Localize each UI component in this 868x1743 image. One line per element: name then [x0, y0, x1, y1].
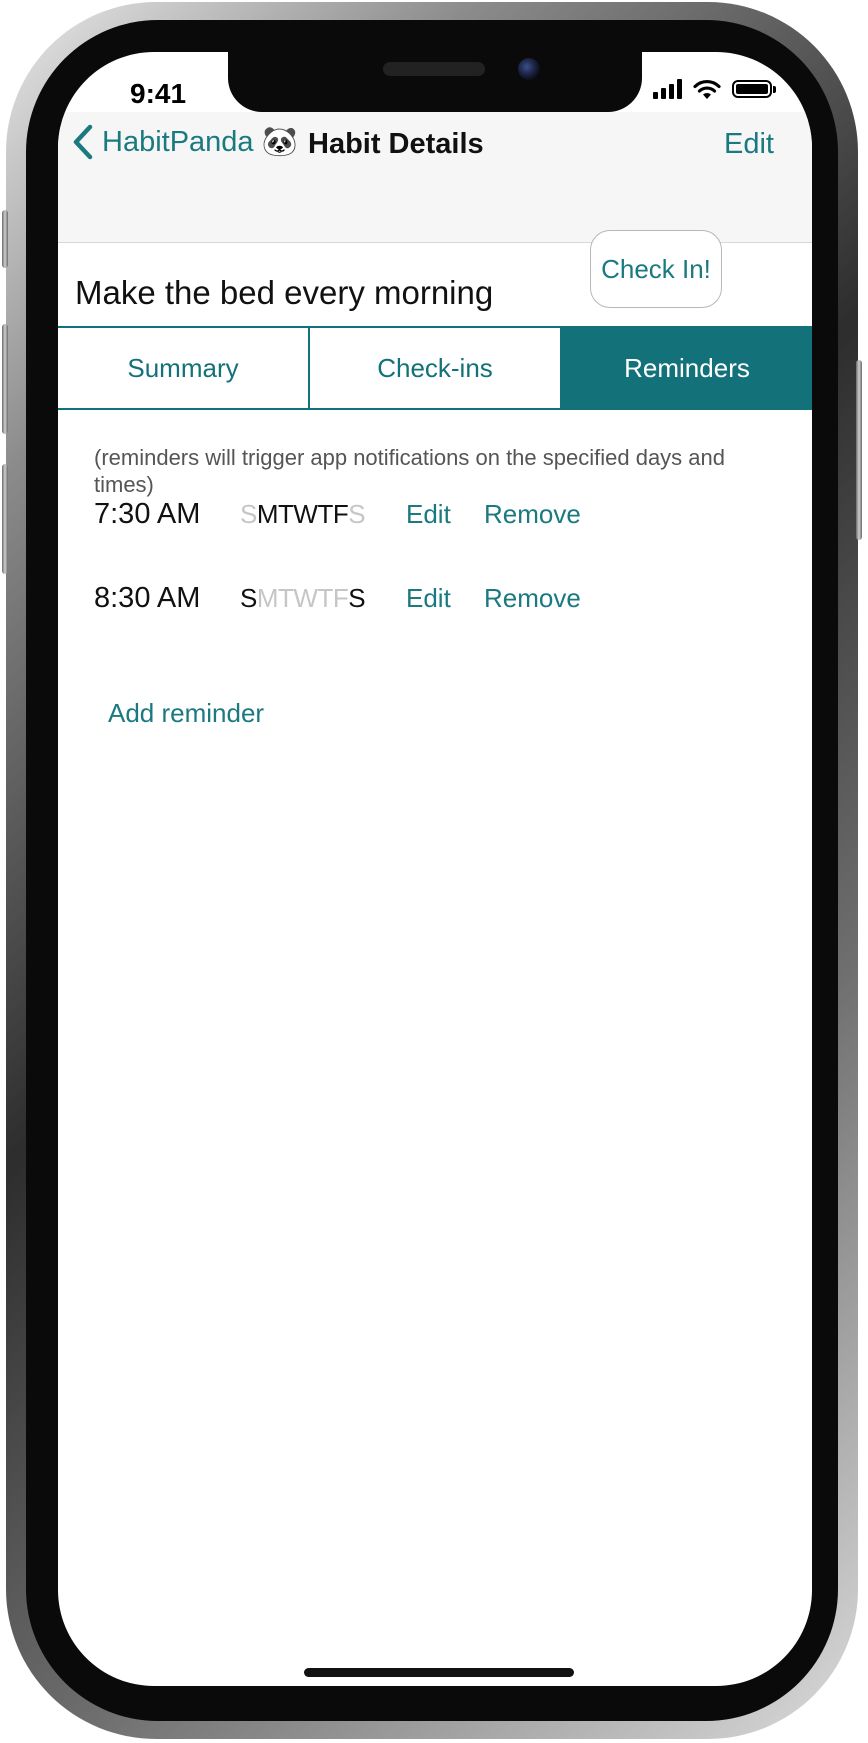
- reminder-row: 8:30 AM SMTWTFS Edit Remove: [94, 578, 581, 618]
- day-letter: W: [293, 498, 318, 529]
- chevron-left-icon: [73, 124, 93, 160]
- reminder-row: 7:30 AM SMTWTFS Edit Remove: [94, 494, 581, 534]
- back-button-label: HabitPanda 🐼: [102, 126, 298, 158]
- reminder-days: SMTWTFS: [240, 499, 406, 530]
- day-letter: M: [256, 498, 279, 529]
- back-button[interactable]: HabitPanda 🐼: [72, 124, 298, 160]
- silent-switch: [2, 210, 8, 268]
- status-time: 9:41: [130, 78, 187, 109]
- volume-down-button: [2, 464, 8, 574]
- reminder-time: 7:30 AM: [94, 497, 201, 530]
- remove-reminder-button[interactable]: Remove: [484, 583, 581, 614]
- home-indicator: [304, 1668, 574, 1677]
- wifi-icon: [693, 79, 721, 99]
- day-letter: F: [332, 582, 349, 613]
- edit-reminder-button[interactable]: Edit: [406, 499, 484, 530]
- reminders-note: (reminders will trigger app notification…: [94, 445, 725, 497]
- tab-summary[interactable]: Summary: [58, 328, 310, 408]
- edit-habit-button[interactable]: Edit: [724, 128, 774, 161]
- day-letter: T: [278, 498, 294, 529]
- battery-icon: [732, 80, 776, 98]
- device-frame: 9:41 HabitPanda 🐼 Habit Details Edit Mak…: [0, 0, 868, 1743]
- remove-reminder-button[interactable]: Remove: [484, 499, 581, 530]
- day-letter: F: [332, 498, 349, 529]
- front-camera: [518, 58, 540, 80]
- tab-reminders[interactable]: Reminders: [562, 328, 812, 408]
- add-reminder-button[interactable]: Add reminder: [108, 698, 264, 729]
- status-icons: [653, 78, 776, 100]
- power-button: [856, 360, 862, 540]
- notch: [228, 52, 642, 112]
- cellular-signal-icon: [653, 79, 682, 99]
- day-letter: S: [240, 582, 257, 613]
- earpiece-speaker: [383, 62, 485, 76]
- day-letter: M: [256, 582, 279, 613]
- tab-check-ins[interactable]: Check-ins: [310, 328, 562, 408]
- volume-up-button: [2, 324, 8, 434]
- day-letter: S: [348, 582, 366, 613]
- day-letter: T: [278, 582, 294, 613]
- habit-name: Make the bed every morning: [75, 274, 494, 311]
- page-title: Habit Details: [308, 128, 484, 160]
- day-letter: S: [348, 498, 366, 529]
- reminder-time: 8:30 AM: [94, 581, 201, 614]
- day-letter: T: [317, 498, 333, 529]
- edit-reminder-button[interactable]: Edit: [406, 583, 484, 614]
- app-screen: 9:41 HabitPanda 🐼 Habit Details Edit Mak…: [58, 52, 812, 1686]
- day-letter: W: [293, 582, 318, 613]
- check-in-button[interactable]: Check In!: [590, 230, 722, 308]
- day-letter: T: [317, 582, 333, 613]
- reminder-days: SMTWTFS: [240, 583, 406, 614]
- day-letter: S: [240, 498, 257, 529]
- segmented-tabs: Summary Check-ins Reminders: [58, 326, 812, 410]
